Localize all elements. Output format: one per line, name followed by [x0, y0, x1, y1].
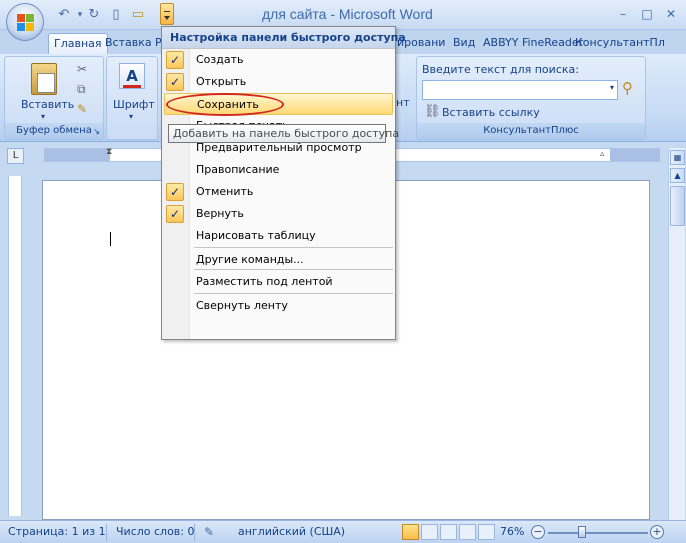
search-dropdown-icon[interactable]: ▾: [610, 83, 614, 92]
office-logo-icon: [17, 14, 35, 32]
font-dropdown-icon[interactable]: ▾: [129, 112, 133, 121]
tab-selector-button[interactable]: L: [7, 148, 24, 164]
menu-item-label: Создать: [196, 53, 244, 66]
menu-separator: [194, 269, 393, 270]
open-folder-icon[interactable]: ▭: [130, 7, 146, 23]
menu-item-show-below-ribbon[interactable]: Разместить под лентой: [164, 271, 393, 293]
search-label: Введите текст для поиска:: [422, 63, 579, 76]
right-indent-marker[interactable]: ▵: [600, 149, 605, 159]
menu-header: Настройка панели быстрого доступа: [162, 27, 406, 49]
menu-item-open[interactable]: ✓ Открыть: [164, 71, 393, 93]
minimize-button[interactable]: –: [614, 6, 632, 22]
menu-item-minimize-ribbon[interactable]: Свернуть ленту: [164, 295, 393, 317]
font-group: A Шрифт ▾: [106, 56, 158, 140]
menu-item-label: Нарисовать таблицу: [196, 229, 316, 242]
clipboard-launcher-icon[interactable]: ↘: [93, 127, 100, 136]
customize-qat-menu: Настройка панели быстрого доступа ✓ Созда…: [161, 26, 406, 340]
maximize-button[interactable]: □: [638, 6, 656, 22]
page-count[interactable]: Страница: 1 из 1: [8, 525, 106, 538]
window-title: для сайта - Microsoft Word: [262, 6, 433, 22]
vertical-ruler[interactable]: [8, 176, 22, 516]
text-cursor: [110, 232, 111, 246]
ruler-right-margin: [610, 149, 660, 161]
paste-paper-icon: [37, 73, 55, 93]
customize-qat-button[interactable]: [160, 3, 174, 25]
tab-view[interactable]: Вид: [448, 33, 480, 54]
search-icon[interactable]: ⚲: [622, 79, 633, 97]
print-layout-view-button[interactable]: [402, 524, 419, 540]
cut-icon[interactable]: ✂: [77, 62, 87, 76]
menu-item-draw-table[interactable]: Нарисовать таблицу: [164, 225, 393, 247]
checkmark-icon: ✓: [166, 205, 184, 223]
proofing-icon[interactable]: ✎: [204, 525, 214, 539]
menu-item-label: Отменить: [196, 185, 254, 198]
office-button[interactable]: [6, 3, 44, 41]
new-document-icon[interactable]: ▯: [108, 7, 124, 23]
undo-icon[interactable]: ↶: [56, 7, 72, 23]
menu-separator: [194, 293, 393, 294]
menu-item-label: Вернуть: [196, 207, 244, 220]
menu-item-undo[interactable]: ✓ Отменить: [164, 181, 393, 203]
copy-icon[interactable]: ⧉: [77, 82, 86, 97]
clipboard-group: Вставить ▾ ✂ ⧉ ✎ Буфер обмена ↘: [4, 56, 104, 140]
menu-item-label: Разместить под лентой: [196, 275, 333, 288]
link-icon: ⛓: [424, 104, 441, 119]
zoom-slider-thumb[interactable]: [578, 526, 586, 538]
search-input[interactable]: ▾: [422, 80, 618, 100]
full-screen-view-button[interactable]: [421, 524, 438, 540]
left-indent-marker[interactable]: ⧗: [106, 147, 112, 157]
web-layout-view-button[interactable]: [440, 524, 457, 540]
menu-item-new[interactable]: ✓ Создать: [164, 49, 393, 71]
scroll-up-button[interactable]: ▲: [670, 168, 685, 183]
menu-item-label: Другие команды...: [196, 253, 304, 266]
tab-home[interactable]: Главная: [48, 33, 108, 54]
tab-insert[interactable]: Вставка: [100, 33, 157, 54]
close-button[interactable]: ✕: [662, 6, 680, 22]
outline-view-button[interactable]: [459, 524, 476, 540]
menu-item-more-commands[interactable]: Другие команды...: [164, 249, 393, 271]
menu-item-label: Правописание: [196, 163, 280, 176]
checkmark-icon: ✓: [166, 183, 184, 201]
highlight-annotation-circle: [166, 93, 284, 116]
format-painter-icon[interactable]: ✎: [77, 102, 87, 116]
checkmark-icon: ✓: [166, 73, 184, 91]
consultant-caption: КонсультантПлюс: [417, 123, 645, 139]
menu-separator: [194, 247, 393, 248]
word-count[interactable]: Число слов: 0: [116, 525, 195, 538]
insert-link-button[interactable]: Вставить ссылку: [442, 106, 540, 119]
styles-label-fragment: нт: [396, 96, 410, 109]
ruler-toggle-icon[interactable]: ▦: [670, 150, 685, 165]
redo-icon[interactable]: ↻: [86, 7, 102, 23]
language-indicator[interactable]: английский (США): [238, 525, 345, 538]
paste-button[interactable]: Вставить: [21, 98, 74, 111]
tooltip: Добавить на панель быстрого доступа: [168, 124, 399, 143]
menu-item-label: Открыть: [196, 75, 247, 88]
zoom-out-button[interactable]: −: [531, 525, 545, 539]
checkmark-icon: ✓: [166, 51, 184, 69]
ruler-left-margin: [44, 149, 110, 161]
status-bar: Страница: 1 из 1 Число слов: 0 ✎ английс…: [0, 520, 686, 543]
menu-item-redo[interactable]: ✓ Вернуть: [164, 203, 393, 225]
tab-consultant[interactable]: КонсультантПл: [570, 33, 670, 54]
draft-view-button[interactable]: [478, 524, 495, 540]
font-color-bar: [123, 85, 141, 88]
paste-dropdown-icon[interactable]: ▾: [41, 112, 45, 121]
vertical-scrollbar[interactable]: ▦ ▲: [668, 148, 685, 520]
zoom-in-button[interactable]: +: [650, 525, 664, 539]
zoom-level[interactable]: 76%: [500, 525, 524, 538]
scroll-thumb[interactable]: [670, 186, 685, 226]
zoom-slider[interactable]: [548, 532, 648, 534]
menu-item-label: Свернуть ленту: [196, 299, 288, 312]
menu-item-spelling[interactable]: Правописание: [164, 159, 393, 181]
clipboard-caption: Буфер обмена: [5, 123, 103, 139]
font-button[interactable]: Шрифт: [113, 98, 155, 111]
